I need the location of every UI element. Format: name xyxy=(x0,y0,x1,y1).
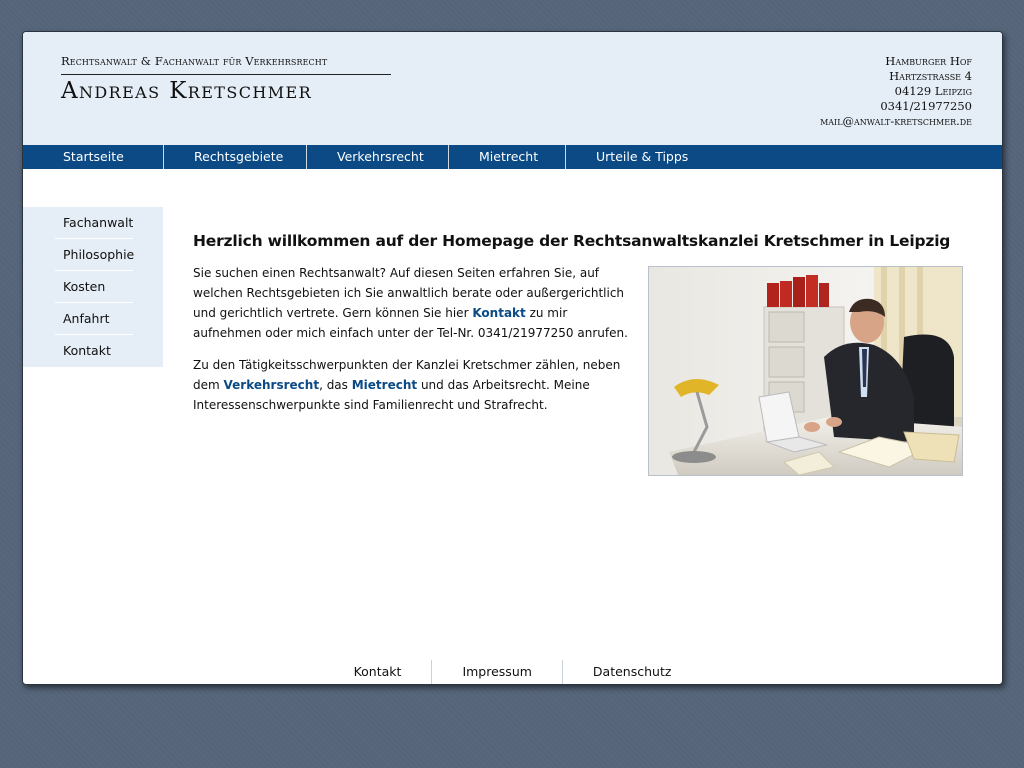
nav-urteile-tipps[interactable]: Urteile & Tipps xyxy=(566,145,688,169)
brand-subtitle: Rechtsanwalt & Fachanwalt für Verkehrsre… xyxy=(61,54,391,75)
office-photo-illustration xyxy=(649,267,962,475)
nav-verkehrsrecht[interactable]: Verkehrsrecht xyxy=(307,145,449,169)
kontakt-link[interactable]: Kontakt xyxy=(472,306,525,320)
mietrecht-link[interactable]: Mietrecht xyxy=(352,378,417,392)
intro-text: Sie suchen einen Rechtsanwalt? Auf diese… xyxy=(193,263,633,415)
sidebar-item-kosten[interactable]: Kosten xyxy=(23,271,163,303)
address-line-1: Hamburger Hof xyxy=(885,54,972,68)
text-span: , das xyxy=(319,378,352,392)
email-address[interactable]: mail@anwalt-kretschmer.de xyxy=(820,114,972,129)
footer-kontakt-link[interactable]: Kontakt xyxy=(324,660,433,684)
page-container: Rechtsanwalt & Fachanwalt für Verkehrsre… xyxy=(22,31,1003,685)
footer-links: Kontakt Impressum Datenschutz xyxy=(23,660,1002,684)
footer-datenschutz-link[interactable]: Datenschutz xyxy=(563,660,702,684)
main-content: Herzlich willkommen auf der Homepage der… xyxy=(193,232,963,476)
sidebar-item-anfahrt[interactable]: Anfahrt xyxy=(23,303,163,335)
sidebar-item-philosophie[interactable]: Philosophie xyxy=(23,239,163,271)
paragraph-2: Zu den Tätigkeitsschwerpunkten der Kanzl… xyxy=(193,355,633,415)
nav-startseite[interactable]: Startseite xyxy=(23,145,164,169)
address-line-3: 04129 Leipzig xyxy=(894,84,972,98)
paragraph-1: Sie suchen einen Rechtsanwalt? Auf diese… xyxy=(193,263,633,343)
address-line-2: Hartzstrasse 4 xyxy=(889,69,972,83)
nav-rechtsgebiete[interactable]: Rechtsgebiete xyxy=(164,145,307,169)
footer-impressum-link[interactable]: Impressum xyxy=(432,660,563,684)
sidebar-item-kontakt[interactable]: Kontakt xyxy=(23,335,163,367)
brand-name: Andreas Kretschmer xyxy=(61,78,313,104)
site-header: Rechtsanwalt & Fachanwalt für Verkehrsre… xyxy=(23,32,1002,145)
brand-logo[interactable]: Rechtsanwalt & Fachanwalt für Verkehrsre… xyxy=(61,54,391,104)
contact-address: Hamburger Hof Hartzstrasse 4 04129 Leipz… xyxy=(820,54,972,129)
page-title: Herzlich willkommen auf der Homepage der… xyxy=(193,232,951,250)
verkehrsrecht-link[interactable]: Verkehrsrecht xyxy=(224,378,320,392)
top-navigation: Startseite Rechtsgebiete Verkehrsrecht M… xyxy=(23,145,1002,169)
nav-mietrecht[interactable]: Mietrecht xyxy=(449,145,566,169)
side-navigation: Fachanwalt Philosophie Kosten Anfahrt Ko… xyxy=(23,207,163,367)
phone-number: 0341/21977250 xyxy=(880,99,972,113)
sidebar-item-fachanwalt[interactable]: Fachanwalt xyxy=(23,207,163,239)
office-photo xyxy=(648,266,963,476)
